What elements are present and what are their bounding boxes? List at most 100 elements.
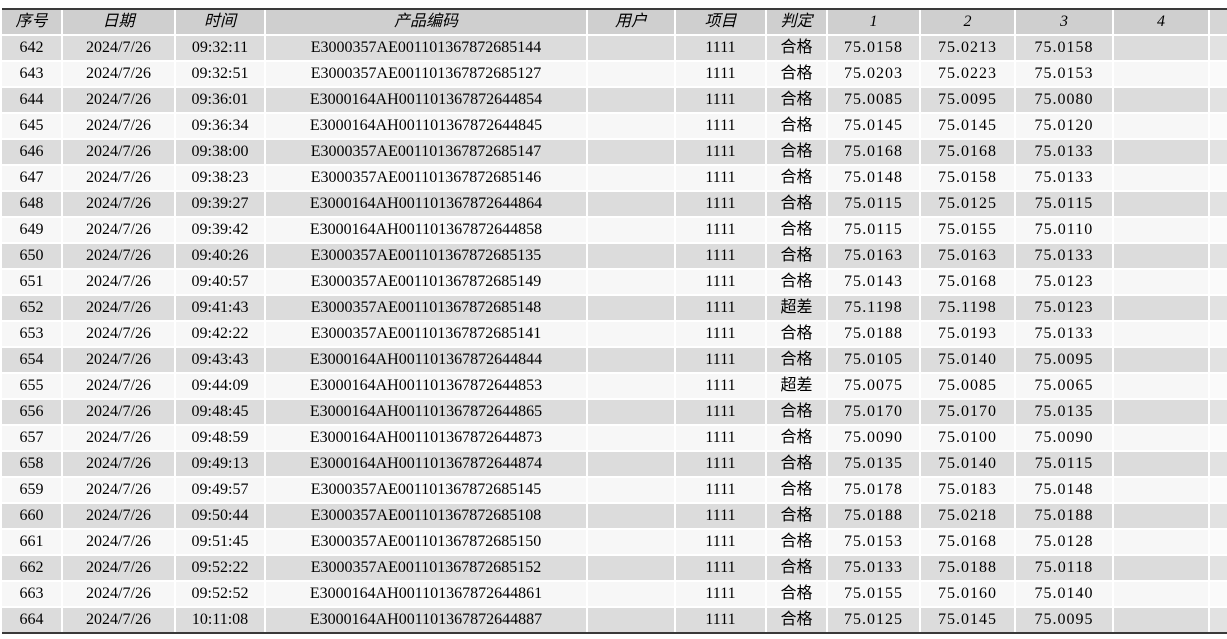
- column-header-edge-cutoff: [1208, 10, 1227, 36]
- table-row[interactable]: 644 2024/7/26 09:36:01 E3000164AH0011013678…: [2, 86, 1227, 114]
- table-row[interactable]: 659 2024/7/26 09:49:57 E3000357AE0011013678…: [2, 476, 1227, 504]
- cell-seq: 664: [2, 606, 63, 632]
- table-row[interactable]: 657 2024/7/26 09:48:59 E3000164AH0011013678…: [2, 424, 1227, 452]
- cell-m2: 75.0188: [919, 554, 1016, 582]
- cell-time: 09:48:59: [174, 424, 266, 452]
- table-row[interactable]: 651 2024/7/26 09:40:57 E3000357AE0011013678…: [2, 268, 1227, 296]
- cell-date: 2024/7/26: [61, 528, 176, 556]
- cell-code: E3000164AH001101367872644845: [264, 112, 588, 140]
- cell-m1: 75.1198: [826, 294, 921, 322]
- cell-date: 2024/7/26: [61, 372, 176, 400]
- table-row[interactable]: 663 2024/7/26 09:52:52 E3000164AH0011013678…: [2, 580, 1227, 608]
- table-row[interactable]: 660 2024/7/26 09:50:44 E3000357AE0011013678…: [2, 502, 1227, 530]
- cell-seq: 658: [2, 450, 63, 478]
- cell-seq: 660: [2, 502, 63, 530]
- cell-m4: [1112, 450, 1210, 478]
- cell-code: E3000357AE001101367872685148: [264, 294, 588, 322]
- cell-time: 09:39:27: [174, 190, 266, 218]
- table-row[interactable]: 647 2024/7/26 09:38:23 E3000357AE0011013678…: [2, 164, 1227, 192]
- cell-seq: 649: [2, 216, 63, 244]
- cell-project: 1111: [674, 450, 767, 478]
- table-row[interactable]: 662 2024/7/26 09:52:22 E3000357AE0011013678…: [2, 554, 1227, 582]
- cell-m3: 75.0133: [1014, 138, 1114, 166]
- cell-user: [586, 502, 676, 530]
- cell-m3: 75.0158: [1014, 34, 1114, 62]
- cell-user: [586, 294, 676, 322]
- cell-m1: 75.0085: [826, 86, 921, 114]
- table-row[interactable]: 654 2024/7/26 09:43:43 E3000164AH0011013678…: [2, 346, 1227, 374]
- cell-m4: [1112, 320, 1210, 348]
- column-header-project: 项目: [674, 10, 767, 36]
- table-row[interactable]: 661 2024/7/26 09:51:45 E3000357AE0011013678…: [2, 528, 1227, 556]
- table-row[interactable]: 642 2024/7/26 09:32:11 E3000357AE0011013678…: [2, 34, 1227, 62]
- table-header: 序号 日期 时间 产品编码 用户 项目 判定 1 2 3 4: [2, 10, 1227, 36]
- cell-seq: 646: [2, 138, 63, 166]
- table-row[interactable]: 656 2024/7/26 09:48:45 E3000164AH0011013678…: [2, 398, 1227, 426]
- cell-date: 2024/7/26: [61, 112, 176, 140]
- table-row[interactable]: 658 2024/7/26 09:49:13 E3000164AH0011013678…: [2, 450, 1227, 478]
- cell-seq: 652: [2, 294, 63, 322]
- cell-user: [586, 320, 676, 348]
- cell-date: 2024/7/26: [61, 138, 176, 166]
- cell-edge-cutoff: [1208, 138, 1227, 166]
- header-row: 序号 日期 时间 产品编码 用户 项目 判定 1 2 3 4: [2, 10, 1227, 36]
- cell-code: E3000164AH001101367872644887: [264, 606, 588, 632]
- cell-seq: 644: [2, 86, 63, 114]
- cell-date: 2024/7/26: [61, 554, 176, 582]
- table-row[interactable]: 645 2024/7/26 09:36:34 E3000164AH0011013678…: [2, 112, 1227, 140]
- cell-date: 2024/7/26: [61, 320, 176, 348]
- cell-user: [586, 476, 676, 504]
- cell-date: 2024/7/26: [61, 346, 176, 374]
- column-header-seq: 序号: [2, 10, 63, 36]
- cell-m3: 75.0115: [1014, 450, 1114, 478]
- column-header-time: 时间: [174, 10, 266, 36]
- cell-user: [586, 580, 676, 608]
- cell-m3: 75.0118: [1014, 554, 1114, 582]
- cell-code: E3000164AH001101367872644864: [264, 190, 588, 218]
- table-row[interactable]: 649 2024/7/26 09:39:42 E3000164AH0011013678…: [2, 216, 1227, 244]
- cell-user: [586, 112, 676, 140]
- cell-code: E3000357AE001101367872685152: [264, 554, 588, 582]
- cell-judge: 合格: [765, 528, 828, 556]
- cell-code: E3000164AH001101367872644844: [264, 346, 588, 374]
- cell-project: 1111: [674, 34, 767, 62]
- table-row[interactable]: 655 2024/7/26 09:44:09 E3000164AH0011013678…: [2, 372, 1227, 400]
- cell-edge-cutoff: [1208, 606, 1227, 632]
- table-row[interactable]: 646 2024/7/26 09:38:00 E3000357AE0011013678…: [2, 138, 1227, 166]
- cell-user: [586, 138, 676, 166]
- cell-project: 1111: [674, 554, 767, 582]
- table-row[interactable]: 650 2024/7/26 09:40:26 E3000357AE0011013678…: [2, 242, 1227, 270]
- cell-time: 09:39:42: [174, 216, 266, 244]
- table-row[interactable]: 652 2024/7/26 09:41:43 E3000357AE0011013678…: [2, 294, 1227, 322]
- cell-project: 1111: [674, 86, 767, 114]
- cell-date: 2024/7/26: [61, 164, 176, 192]
- table-row[interactable]: 648 2024/7/26 09:39:27 E3000164AH0011013678…: [2, 190, 1227, 218]
- cell-seq: 656: [2, 398, 63, 426]
- cell-project: 1111: [674, 164, 767, 192]
- cell-m4: [1112, 346, 1210, 374]
- cell-date: 2024/7/26: [61, 34, 176, 62]
- cell-code: E3000164AH001101367872644865: [264, 398, 588, 426]
- cell-seq: 661: [2, 528, 63, 556]
- table-row[interactable]: 664 2024/7/26 10:11:08 E3000164AH0011013678…: [2, 606, 1227, 632]
- cell-edge-cutoff: [1208, 34, 1227, 62]
- cell-judge: 超差: [765, 294, 828, 322]
- cell-m3: 75.0090: [1014, 424, 1114, 452]
- cell-project: 1111: [674, 216, 767, 244]
- cell-user: [586, 190, 676, 218]
- cell-project: 1111: [674, 502, 767, 530]
- cell-project: 1111: [674, 268, 767, 296]
- table-row[interactable]: 643 2024/7/26 09:32:51 E3000357AE0011013678…: [2, 60, 1227, 88]
- cell-m3: 75.0128: [1014, 528, 1114, 556]
- column-header-code: 产品编码: [264, 10, 588, 36]
- cell-edge-cutoff: [1208, 424, 1227, 452]
- table-row[interactable]: 653 2024/7/26 09:42:22 E3000357AE0011013678…: [2, 320, 1227, 348]
- cell-m2: 75.0168: [919, 528, 1016, 556]
- cell-edge-cutoff: [1208, 502, 1227, 530]
- cell-user: [586, 346, 676, 374]
- cell-m3: 75.0148: [1014, 476, 1114, 504]
- cell-code: E3000357AE001101367872685108: [264, 502, 588, 530]
- cell-time: 09:52:52: [174, 580, 266, 608]
- cell-m1: 75.0170: [826, 398, 921, 426]
- cell-edge-cutoff: [1208, 372, 1227, 400]
